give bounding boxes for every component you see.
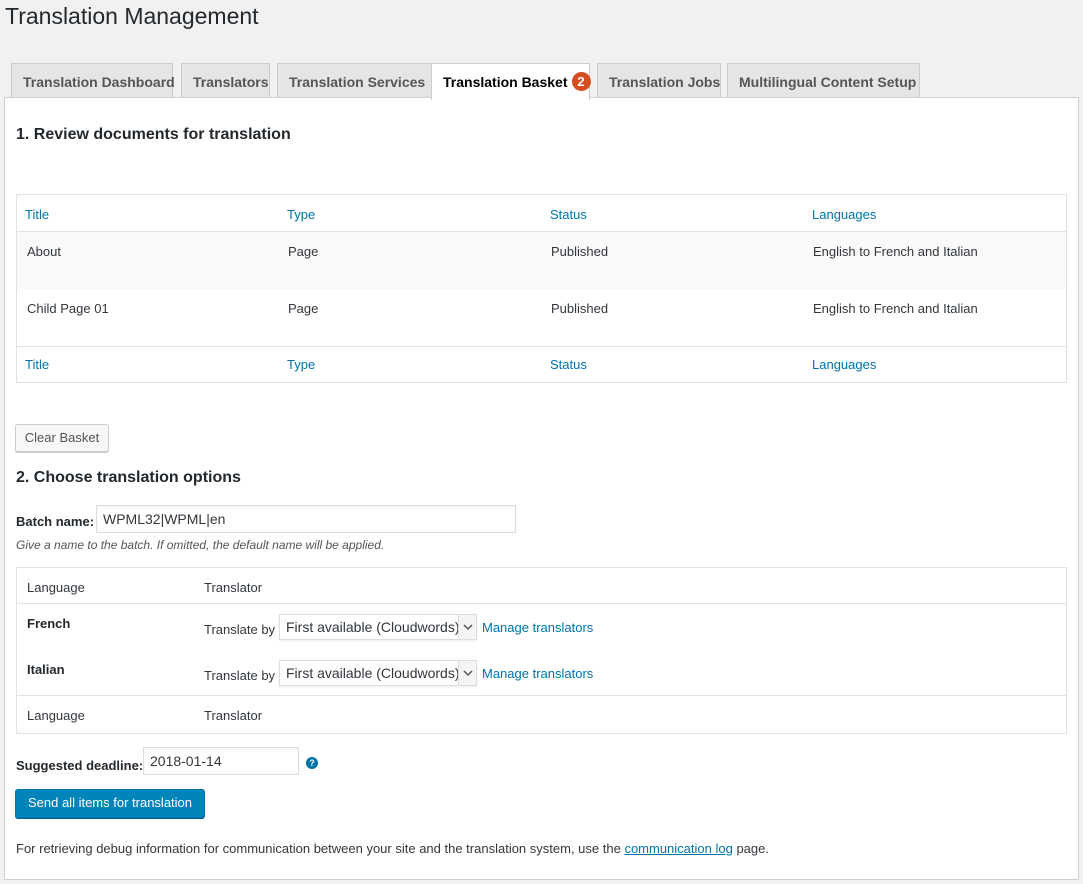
table-header-row: Title Type Status Languages	[17, 195, 1066, 232]
tab-translation-basket[interactable]: Translation Basket 2	[431, 63, 591, 100]
column-footer-type[interactable]: Type	[287, 357, 315, 372]
translator-select-french[interactable]: First available (Cloudwords)	[279, 614, 477, 640]
tab-label: Multilingual Content Setup	[739, 74, 917, 90]
selected-option: First available (Cloudwords)	[286, 619, 460, 635]
row-status: Published	[551, 301, 609, 316]
language-name: Italian	[27, 662, 65, 677]
translator-column-header: Translator	[204, 580, 263, 595]
tab-multilingual-content-setup[interactable]: Multilingual Content Setup	[727, 63, 920, 98]
documents-table: Title Type Status Languages About Page P…	[16, 194, 1067, 383]
tab-translation-dashboard[interactable]: Translation Dashboard	[11, 63, 175, 98]
column-footer-status[interactable]: Status	[550, 357, 587, 372]
footer-text-after: page.	[732, 841, 769, 856]
column-header-languages[interactable]: Languages	[812, 207, 876, 222]
tab-label: Translators	[193, 74, 269, 90]
translate-by-label: Translate by	[204, 622, 276, 637]
manage-translators-link[interactable]: Manage translators	[482, 666, 593, 681]
tab-translation-services[interactable]: Translation Services	[277, 63, 435, 98]
tab-translation-jobs[interactable]: Translation Jobs	[597, 63, 721, 98]
review-heading: 1. Review documents for translation	[16, 126, 291, 143]
translator-header-row: Language Translator	[17, 568, 1066, 604]
language-column-header: Language	[27, 580, 85, 595]
column-header-type[interactable]: Type	[287, 207, 315, 222]
batch-name-input[interactable]: WPML32|WPML|en	[96, 505, 516, 533]
row-type: Page	[288, 301, 319, 316]
column-header-status[interactable]: Status	[550, 207, 587, 222]
language-row-french: French Translate by First available (Clo…	[17, 604, 1066, 650]
basket-count-badge: 2	[571, 72, 591, 91]
language-name: French	[27, 616, 71, 631]
tab-label: Translation Dashboard	[23, 74, 175, 90]
column-header-title[interactable]: Title	[25, 207, 49, 222]
row-title: About	[27, 244, 61, 259]
help-icon[interactable]: ?	[306, 757, 318, 769]
tab-label: Translation Services	[289, 74, 426, 90]
deadline-input[interactable]: 2018-01-14	[143, 747, 299, 775]
translator-footer-row: Language Translator	[17, 696, 1066, 734]
table-footer-row: Title Type Status Languages	[17, 347, 1066, 383]
chevron-down-icon	[458, 615, 476, 639]
table-row: About Page Published English to French a…	[17, 232, 1066, 289]
table-row: Child Page 01 Page Published English to …	[17, 289, 1066, 347]
tab-label: Translation Jobs	[609, 74, 721, 90]
translator-column-footer: Translator	[204, 708, 263, 723]
manage-translators-link[interactable]: Manage translators	[482, 620, 593, 635]
row-type: Page	[288, 244, 319, 259]
basket-panel: 1. Review documents for translation Titl…	[4, 97, 1079, 880]
translator-select-italian[interactable]: First available (Cloudwords)	[279, 660, 477, 686]
row-status: Published	[551, 244, 609, 259]
tab-translators[interactable]: Translators	[181, 63, 270, 98]
tab-label: Translation Basket	[443, 74, 568, 90]
page-title: Translation Management	[5, 3, 259, 29]
batch-name-label: Batch name:	[16, 514, 95, 529]
column-footer-languages[interactable]: Languages	[812, 357, 876, 372]
debug-info-text: For retrieving debug information for com…	[16, 841, 769, 856]
translate-by-label: Translate by	[204, 668, 276, 683]
communication-log-link[interactable]: communication log	[624, 841, 732, 856]
row-languages: English to French and Italian	[813, 244, 978, 259]
row-title: Child Page 01	[27, 301, 109, 316]
batch-name-hint: Give a name to the batch. If omitted, th…	[16, 538, 385, 552]
language-column-footer: Language	[27, 708, 85, 723]
language-row-italian: Italian Translate by First available (Cl…	[17, 650, 1066, 696]
chevron-down-icon	[458, 661, 476, 685]
clear-basket-button[interactable]: Clear Basket	[15, 424, 109, 452]
row-languages: English to French and Italian	[813, 301, 978, 316]
footer-text-before: For retrieving debug information for com…	[16, 841, 625, 856]
send-for-translation-button[interactable]: Send all items for translation	[15, 789, 205, 818]
column-footer-title[interactable]: Title	[25, 357, 49, 372]
selected-option: First available (Cloudwords)	[286, 665, 460, 681]
options-heading: 2. Choose translation options	[16, 469, 241, 486]
translator-table: Language Translator French Translate by …	[16, 567, 1067, 734]
deadline-label: Suggested deadline:	[16, 758, 144, 773]
